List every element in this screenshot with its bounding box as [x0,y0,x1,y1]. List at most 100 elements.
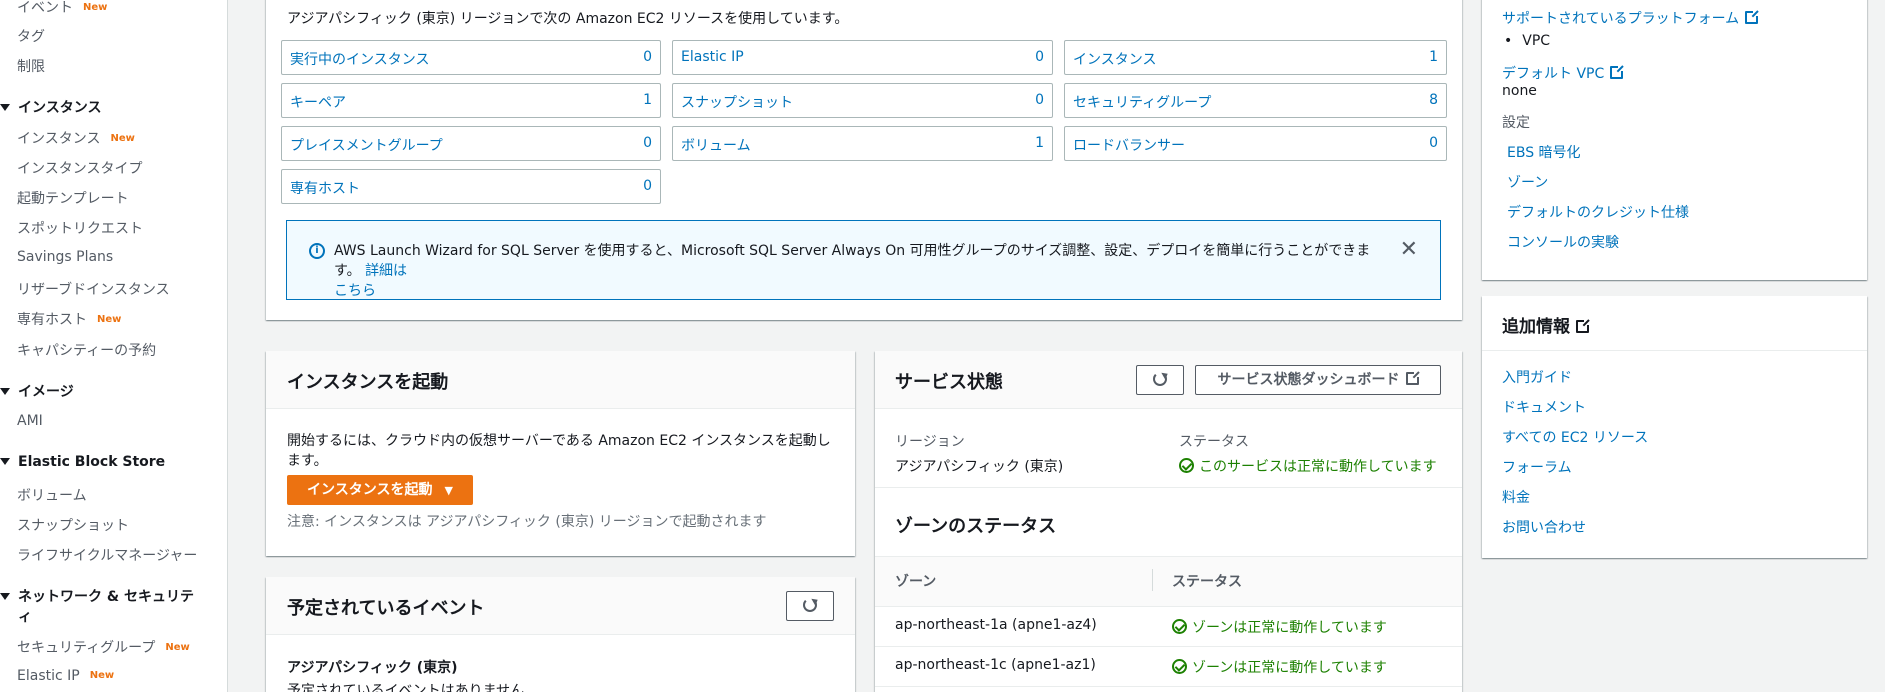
zone-status: ゾーンは正常に動作しています [1172,657,1387,677]
caret-down-icon [0,388,10,395]
sidebar-item-dedicated-hosts[interactable]: 専有ホスト New [17,309,121,329]
sidebar-item-limits[interactable]: 制限 [17,56,45,76]
contact-us-link[interactable]: お問い合わせ [1502,517,1586,537]
launch-wizard-info-alert: i AWS Launch Wizard for SQL Server を使用する… [286,220,1441,300]
status-column-header: ステータス [1172,574,1242,590]
resource-key-pairs[interactable]: キーペア 1 [281,83,661,118]
resource-volumes[interactable]: ボリューム 1 [672,126,1053,161]
resource-dedicated-hosts[interactable]: 専有ホスト 0 [281,169,661,204]
default-vpc-link[interactable]: デフォルト VPC [1502,63,1626,83]
zone-table-header [875,556,1462,607]
divider [1482,350,1867,351]
zone-column-header: ゾーン [895,574,937,590]
default-credit-spec-link[interactable]: デフォルトのクレジット仕様 [1507,202,1689,222]
sidebar-item-capacity-reservations[interactable]: キャパシティーの予約 [17,340,156,360]
sidebar-item-reserved-instances[interactable]: リザーブドインスタンス [17,279,170,299]
all-ec2-resources-link[interactable]: すべての EC2 リソース [1502,427,1648,447]
zone-name: ap-northeast-1c (apne1-az1) [895,657,1096,673]
refresh-icon [1153,372,1167,386]
resource-placement-groups[interactable]: プレイスメントグループ 0 [281,126,661,161]
launch-instance-description: 開始するには、クラウド内の仮想サーバーである Amazon EC2 インスタンス… [287,433,831,469]
caret-down-icon [0,458,10,465]
supported-platforms-link[interactable]: サポートされているプラットフォーム [1502,8,1761,28]
pricing-link[interactable]: 料金 [1502,487,1530,507]
sidebar-item-tags[interactable]: タグ [17,26,45,46]
forums-link[interactable]: フォーラム [1502,457,1572,477]
sidebar-item-ami[interactable]: AMI [17,413,43,429]
zone-name: ap-northeast-1a (apne1-az4) [895,617,1097,633]
resource-instances[interactable]: インスタンス 1 [1064,40,1447,75]
refresh-service-button[interactable] [1136,365,1184,395]
check-circle-icon [1179,458,1194,473]
sidebar-group-network-security[interactable]: ネットワーク & セキュリテ [0,586,194,606]
check-circle-icon [1172,659,1187,674]
close-icon[interactable]: ✕ [1400,237,1418,262]
sidebar-item-savings-plans[interactable]: Savings Plans [17,249,113,265]
sidebar-item-snapshots[interactable]: スナップショット [17,515,129,535]
zone-status: ゾーンは正常に動作しています [1172,617,1387,637]
service-health-dashboard-button[interactable]: サービス状態ダッシュボード [1195,365,1441,395]
resource-elastic-ip[interactable]: Elastic IP 0 [672,40,1053,75]
scheduled-events-title: 予定されているイベント [287,598,485,619]
column-separator [1152,569,1153,591]
divider [875,487,1462,488]
additional-info-panel: 追加情報 入門ガイド ドキュメント すべての EC2 リソース フォーラム 料金… [1482,296,1867,558]
region-value: アジアパシフィック (東京) [895,459,1064,475]
sidebar-item-spot-requests[interactable]: スポットリクエスト [17,218,143,238]
sidebar-item-volumes[interactable]: ボリューム [17,485,87,505]
settings-label: 設定 [1502,115,1530,131]
info-icon: i [309,243,325,259]
getting-started-link[interactable]: 入門ガイド [1502,367,1572,387]
new-badge: New [110,133,135,144]
info-text: AWS Launch Wizard for SQL Server を使用すると、… [334,243,1371,299]
caret-down-icon [0,593,10,600]
sidebar-group-images[interactable]: イメージ [0,381,74,401]
events-region: アジアパシフィック (東京) [287,660,458,676]
events-empty-message: 予定されているイベントはありません [287,683,525,692]
sidebar: イベント New タグ 制限 インスタンス インスタンス New インスタンスタイプ… [0,0,228,692]
launch-instance-button[interactable]: インスタンスを起動 ▼ [287,475,473,505]
default-vpc-value: none [1502,83,1537,99]
sidebar-item-instances[interactable]: インスタンス New [17,128,135,148]
service-health-panel: サービス状態 サービス状態ダッシュボード リージョン アジアパシフィック (東京… [875,351,1462,692]
resource-running-instances[interactable]: 実行中のインスタンス 0 [281,40,661,75]
zones-link[interactable]: ゾーン [1507,172,1548,192]
sidebar-item-security-groups[interactable]: セキュリティグループ New [17,637,190,657]
launch-region-note: 注意: インスタンスは アジアパシフィック (東京) リージョンで起動されます [287,514,767,530]
row-divider [875,646,1462,647]
service-status: このサービスは正常に動作しています [1179,456,1437,476]
resources-intro: アジアパシフィック (東京) リージョンで次の Amazon EC2 リソースを… [287,11,849,27]
external-link-icon [1576,318,1591,333]
resource-snapshots[interactable]: スナップショット 0 [672,83,1053,118]
ebs-encryption-link[interactable]: EBS 暗号化 [1507,142,1581,162]
documentation-link[interactable]: ドキュメント [1502,397,1586,417]
sidebar-item-events[interactable]: イベント New [17,0,107,17]
region-label: リージョン [895,434,965,450]
new-badge: New [165,642,190,653]
refresh-events-button[interactable] [786,591,834,621]
sidebar-group-ebs[interactable]: Elastic Block Store [0,454,165,470]
scheduled-events-panel: 予定されているイベント アジアパシフィック (東京) 予定されているイベントはあ… [266,577,855,692]
sidebar-group-network-security-wrap: ィ [18,609,32,625]
external-link-icon [1745,9,1761,24]
resource-security-groups[interactable]: セキュリティグループ 8 [1064,83,1447,118]
external-link-icon [1610,64,1626,79]
sidebar-item-elastic-ip[interactable]: Elastic IP New [17,668,114,684]
caret-down-icon [0,104,10,111]
launch-instance-panel: インスタンスを起動 開始するには、クラウド内の仮想サーバーである Amazon … [266,351,855,556]
external-link-icon [1405,370,1421,385]
console-experiments-link[interactable]: コンソールの実験 [1507,232,1619,252]
account-attributes-panel: サポートされているプラットフォーム • VPC デフォルト VPC none 設定… [1482,0,1867,280]
sidebar-item-launch-templates[interactable]: 起動テンプレート [17,188,129,208]
sidebar-item-instance-types[interactable]: インスタンスタイプ [17,158,142,178]
resource-load-balancers[interactable]: ロードバランサー 0 [1064,126,1447,161]
status-label: ステータス [1179,434,1249,450]
row-divider [875,686,1462,687]
sidebar-group-instances[interactable]: インスタンス [0,97,101,117]
refresh-icon [803,598,817,612]
new-badge: New [83,2,108,13]
check-circle-icon [1172,619,1187,634]
additional-info-title: 追加情報 [1502,312,1591,337]
zone-status-title: ゾーンのステータス [895,516,1057,537]
sidebar-item-lifecycle-manager[interactable]: ライフサイクルマネージャー [17,545,197,565]
